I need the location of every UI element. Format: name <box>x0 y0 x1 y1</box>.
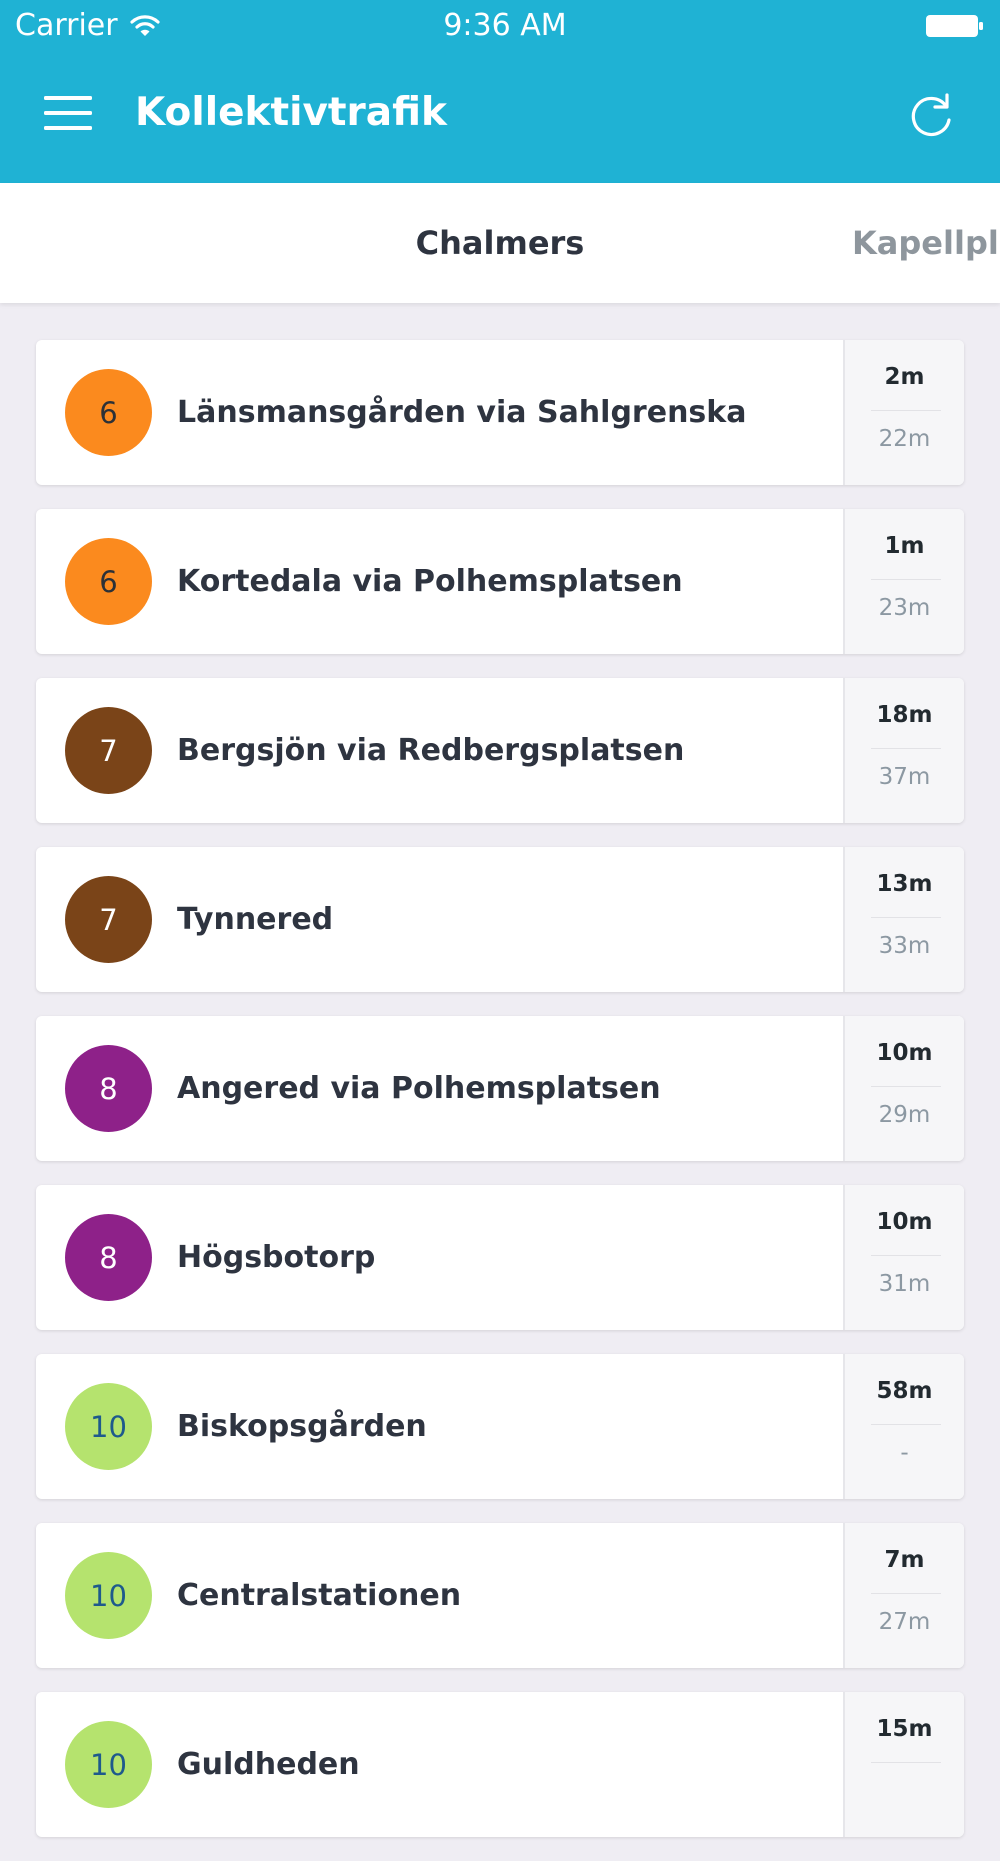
status-time: 9:36 AM <box>443 8 567 43</box>
departure-row[interactable]: 7 Bergsjön via Redbergsplatsen 18m 37m <box>36 678 964 823</box>
destination-label: Tynnered <box>177 902 334 937</box>
departure-row[interactable]: 10 Biskopsgården 58m - <box>36 1354 964 1499</box>
line-badge: 10 <box>65 1721 152 1808</box>
departure-times: 58m - <box>843 1354 964 1499</box>
next-departure: 2m <box>884 364 925 390</box>
following-departure: 29m <box>878 1102 931 1128</box>
divider <box>871 1762 941 1763</box>
divider <box>871 579 941 580</box>
departure-times: 10m 29m <box>843 1016 964 1161</box>
page-title: Kollektivtrafik <box>135 90 447 135</box>
hamburger-menu-icon[interactable] <box>40 90 96 136</box>
departure-row[interactable]: 8 Angered via Polhemsplatsen 10m 29m <box>36 1016 964 1161</box>
departure-times: 15m <box>843 1692 964 1837</box>
destination-label: Guldheden <box>177 1747 360 1782</box>
line-badge: 10 <box>65 1383 152 1470</box>
departure-row[interactable]: 8 Högsbotorp 10m 31m <box>36 1185 964 1330</box>
destination-label: Högsbotorp <box>177 1240 376 1275</box>
line-badge: 6 <box>65 369 152 456</box>
next-departure: 13m <box>876 871 933 897</box>
line-badge: 7 <box>65 707 152 794</box>
next-departure: 7m <box>884 1547 925 1573</box>
next-departure: 58m <box>876 1378 933 1404</box>
line-badge: 8 <box>65 1045 152 1132</box>
departure-row[interactable]: 6 Länsmansgården via Sahlgrenska 2m 22m <box>36 340 964 485</box>
departure-times: 10m 31m <box>843 1185 964 1330</box>
refresh-icon[interactable] <box>906 92 956 140</box>
following-departure: 31m <box>878 1271 931 1297</box>
divider <box>871 1255 941 1256</box>
following-departure: 33m <box>878 933 931 959</box>
tab-chalmers[interactable]: Chalmers <box>0 223 1000 263</box>
destination-label: Biskopsgården <box>177 1409 427 1444</box>
line-badge: 7 <box>65 876 152 963</box>
departure-times: 1m 23m <box>843 509 964 654</box>
departure-times: 13m 33m <box>843 847 964 992</box>
stop-tab-bar: Chalmers Kapellplat <box>0 183 1000 303</box>
destination-label: Kortedala via Polhemsplatsen <box>177 564 683 599</box>
departure-row[interactable]: 7 Tynnered 13m 33m <box>36 847 964 992</box>
departure-row[interactable]: 10 Centralstationen 7m 27m <box>36 1523 964 1668</box>
following-departure: 23m <box>878 595 931 621</box>
top-bar: Carrier 9:36 AM Kollektivtrafik <box>0 0 1000 183</box>
divider <box>871 410 941 411</box>
destination-label: Angered via Polhemsplatsen <box>177 1071 661 1106</box>
following-departure: - <box>900 1440 909 1466</box>
departure-times: 18m 37m <box>843 678 964 823</box>
battery-icon <box>926 15 983 37</box>
divider <box>871 1086 941 1087</box>
following-departure: 37m <box>878 764 931 790</box>
divider <box>871 917 941 918</box>
next-departure: 18m <box>876 702 933 728</box>
departure-row[interactable]: 6 Kortedala via Polhemsplatsen 1m 23m <box>36 509 964 654</box>
tab-kapellplatsen[interactable]: Kapellplat <box>852 223 1000 263</box>
following-departure: 27m <box>878 1609 931 1635</box>
following-departure: 22m <box>878 426 931 452</box>
divider <box>871 748 941 749</box>
line-badge: 6 <box>65 538 152 625</box>
divider <box>871 1593 941 1594</box>
destination-label: Centralstationen <box>177 1578 462 1613</box>
next-departure: 10m <box>876 1209 933 1235</box>
departure-times: 7m 27m <box>843 1523 964 1668</box>
next-departure: 15m <box>876 1716 933 1742</box>
destination-label: Bergsjön via Redbergsplatsen <box>177 733 685 768</box>
divider <box>871 1424 941 1425</box>
next-departure: 1m <box>884 533 925 559</box>
destination-label: Länsmansgården via Sahlgrenska <box>177 395 747 430</box>
line-badge: 8 <box>65 1214 152 1301</box>
departure-times: 2m 22m <box>843 340 964 485</box>
line-badge: 10 <box>65 1552 152 1639</box>
next-departure: 10m <box>876 1040 933 1066</box>
departure-row[interactable]: 10 Guldheden 15m <box>36 1692 964 1837</box>
departure-list: 6 Länsmansgården via Sahlgrenska 2m 22m … <box>36 340 964 1861</box>
